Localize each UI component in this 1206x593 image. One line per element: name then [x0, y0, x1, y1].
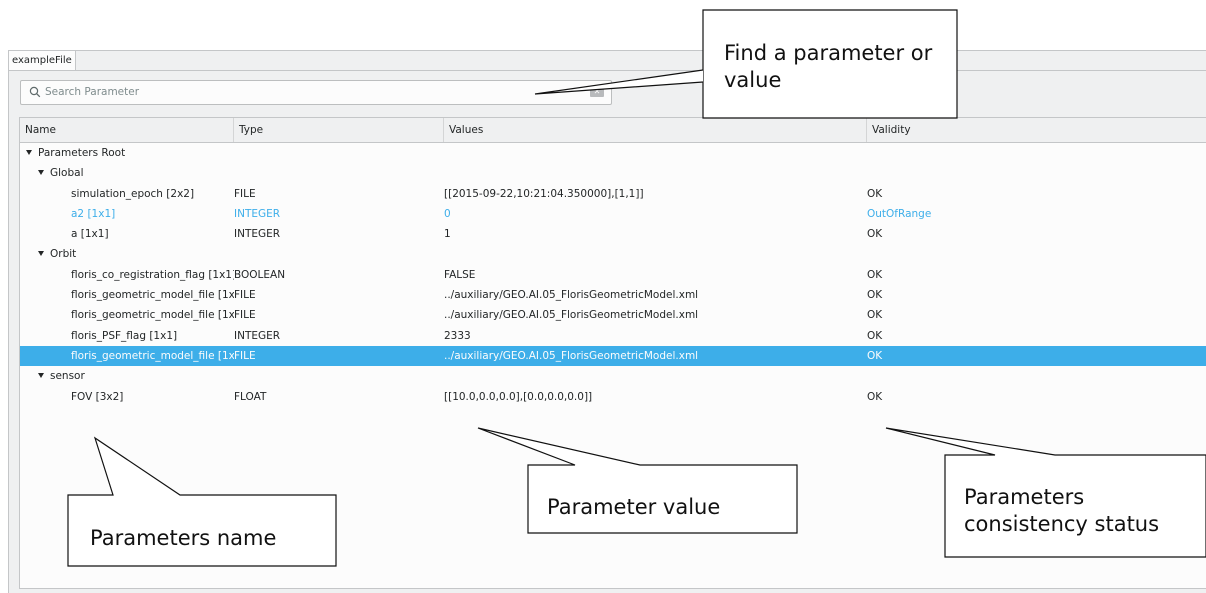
- expand-arrow-icon[interactable]: [38, 170, 44, 176]
- row-value: 1: [444, 228, 451, 241]
- tree-group-row[interactable]: Parameters Root: [20, 143, 1206, 163]
- row-name: a2 [1x1]: [71, 207, 116, 220]
- row-value: ../auxiliary/GEO.AI.05_FlorisGeometricMo…: [444, 289, 699, 302]
- row-name-cell: sensor: [20, 366, 234, 386]
- row-name-cell: a [1x1]: [20, 224, 234, 244]
- tree-row[interactable]: floris_PSF_flag [1x1] INTEGER 2333 OK: [20, 326, 1206, 346]
- tree-rows: Parameters Root Global simulation_epoch [2…: [20, 143, 1206, 407]
- row-name: floris_co_registration_flag [1x1]: [71, 268, 234, 281]
- row-validity: OutOfRange: [867, 207, 932, 220]
- row-validity: OK: [867, 289, 883, 302]
- expand-arrow-icon[interactable]: [38, 251, 44, 257]
- row-name: FOV [3x2]: [71, 390, 124, 403]
- row-validity: OK: [867, 187, 883, 200]
- tree-row[interactable]: floris_geometric_model_file [1x1] FILE ../…: [20, 305, 1206, 325]
- row-type: INTEGER: [234, 207, 281, 220]
- row-name-cell: Global: [20, 163, 234, 183]
- row-validity: OK: [867, 268, 883, 281]
- row-type: INTEGER: [234, 329, 281, 342]
- callout-value-text: Parameter value: [547, 495, 721, 519]
- tree-row[interactable]: floris_geometric_model_file [1x1] FILE ../…: [20, 285, 1206, 305]
- row-name-cell: floris_PSF_flag [1x1]: [20, 326, 234, 346]
- row-value: [[10.0,0.0,0.0],[0.0,0.0,0.0]]: [444, 390, 593, 403]
- row-validity: OK: [867, 329, 883, 342]
- row-type: FILE: [234, 309, 256, 322]
- row-value: ../auxiliary/GEO.AI.05_FlorisGeometricMo…: [444, 349, 699, 362]
- clear-icon[interactable]: ✕: [590, 87, 604, 97]
- callout-name-text: Parameters name: [90, 526, 277, 550]
- column-header-values[interactable]: Values: [444, 118, 867, 142]
- tab-examplefile[interactable]: exampleFile: [9, 51, 76, 70]
- callout-status-text: Parameters consistency status: [964, 485, 1160, 536]
- row-name: Parameters Root: [38, 147, 126, 159]
- row-name-cell: floris_geometric_model_file [1x1]: [20, 346, 234, 366]
- search-field[interactable]: Search Parameter ✕: [20, 80, 612, 105]
- row-value: FALSE: [444, 268, 476, 281]
- row-name-cell: floris_geometric_model_file [1x1]: [20, 305, 234, 325]
- row-name: Orbit: [50, 248, 77, 261]
- expand-arrow-icon[interactable]: [38, 373, 44, 379]
- column-header-validity[interactable]: Validity: [867, 118, 1206, 142]
- search-placeholder: Search Parameter: [45, 86, 140, 98]
- row-validity: OK: [867, 228, 883, 241]
- row-value: ../auxiliary/GEO.AI.05_FlorisGeometricMo…: [444, 309, 699, 322]
- tree-group-row[interactable]: sensor: [20, 366, 1206, 386]
- tree-row[interactable]: floris_co_registration_flag [1x1] BOOLEAN…: [20, 265, 1206, 285]
- tree-row[interactable]: a2 [1x1] INTEGER 0 OutOfRange: [20, 204, 1206, 224]
- tab-bar: exampleFile: [9, 51, 1206, 71]
- row-name: a [1x1]: [71, 228, 109, 241]
- row-type: FILE: [234, 289, 256, 302]
- row-name-cell: simulation_epoch [2x2]: [20, 184, 234, 204]
- column-header-type[interactable]: Type: [234, 118, 444, 142]
- row-value: 2333: [444, 329, 471, 342]
- row-validity: OK: [867, 349, 883, 362]
- row-type: BOOLEAN: [234, 268, 286, 281]
- row-name-cell: FOV [3x2]: [20, 387, 234, 407]
- tree-group-row[interactable]: Global: [20, 163, 1206, 183]
- expand-arrow-icon[interactable]: [26, 150, 32, 155]
- row-name: Global: [50, 167, 84, 180]
- row-name: floris_geometric_model_file [1x1]: [71, 289, 234, 302]
- row-name: floris_PSF_flag [1x1]: [71, 329, 178, 342]
- column-header-name[interactable]: Name: [20, 118, 234, 142]
- callout-find-text: Find a parameter or value: [724, 41, 933, 92]
- tree-header: Name Type Values Validity: [20, 118, 1206, 143]
- tree-group-row[interactable]: Orbit: [20, 244, 1206, 264]
- row-name-cell: floris_co_registration_flag [1x1]: [20, 265, 234, 285]
- row-validity: OK: [867, 309, 883, 322]
- row-name-cell: Parameters Root: [20, 143, 234, 163]
- row-name-cell: a2 [1x1]: [20, 204, 234, 224]
- row-name-cell: Orbit: [20, 244, 234, 264]
- row-type: FILE: [234, 349, 256, 362]
- row-type: FLOAT: [234, 390, 267, 403]
- tree-row[interactable]: FOV [3x2] FLOAT [[10.0,0.0,0.0],[0.0,0.0,0…: [20, 387, 1206, 407]
- row-name-cell: floris_geometric_model_file [1x1]: [20, 285, 234, 305]
- search-icon: [29, 86, 41, 98]
- row-name: floris_geometric_model_file [1x1]: [71, 349, 234, 362]
- row-name: sensor: [50, 370, 85, 383]
- tree-row[interactable]: a [1x1] INTEGER 1 OK: [20, 224, 1206, 244]
- row-value: 0: [444, 207, 451, 220]
- tree-row[interactable]: floris_geometric_model_file [1x1] FILE ../…: [20, 345, 1206, 367]
- tree-row[interactable]: simulation_epoch [2x2] FILE [[2015-09-22,1…: [20, 184, 1206, 204]
- row-name: simulation_epoch [2x2]: [71, 187, 195, 200]
- row-name: floris_geometric_model_file [1x1]: [71, 309, 234, 322]
- row-type: INTEGER: [234, 228, 281, 241]
- row-type: FILE: [234, 187, 256, 200]
- row-value: [[2015-09-22,10:21:04.350000],[1,1]]: [444, 187, 644, 200]
- row-validity: OK: [867, 390, 883, 403]
